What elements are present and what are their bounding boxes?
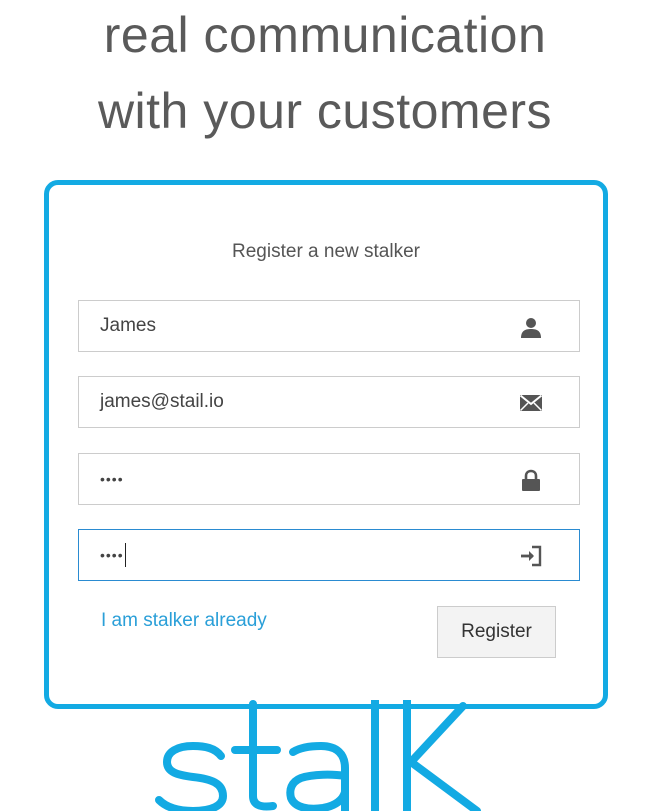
tagline-line-1: real communication: [103, 7, 547, 63]
stalk-logo: [155, 700, 481, 811]
text-caret: [124, 543, 126, 568]
form-title: Register a new stalker: [232, 241, 420, 262]
tagline-line-2: with your customers: [97, 83, 553, 139]
register-button[interactable]: Register: [437, 606, 556, 658]
confirm-password-field[interactable]: ••••: [78, 529, 580, 581]
password-field[interactable]: ••••: [78, 453, 580, 505]
password-value: ••••: [100, 471, 124, 487]
name-field[interactable]: James: [78, 300, 580, 352]
confirm-password-text: ••••: [100, 547, 124, 563]
already-registered-link[interactable]: I am stalker already: [101, 610, 267, 632]
register-page: real communication with your customers R…: [0, 0, 650, 811]
register-card: Register a new stalker James james@stail…: [44, 180, 608, 709]
login-icon: [521, 545, 542, 567]
confirm-password-value: ••••: [100, 530, 126, 580]
name-value: James: [100, 315, 156, 336]
email-value: james@stail.io: [100, 391, 224, 412]
envelope-icon: [519, 394, 543, 412]
user-icon: [521, 318, 541, 338]
email-field[interactable]: james@stail.io: [78, 376, 580, 428]
lock-icon: [522, 469, 540, 491]
